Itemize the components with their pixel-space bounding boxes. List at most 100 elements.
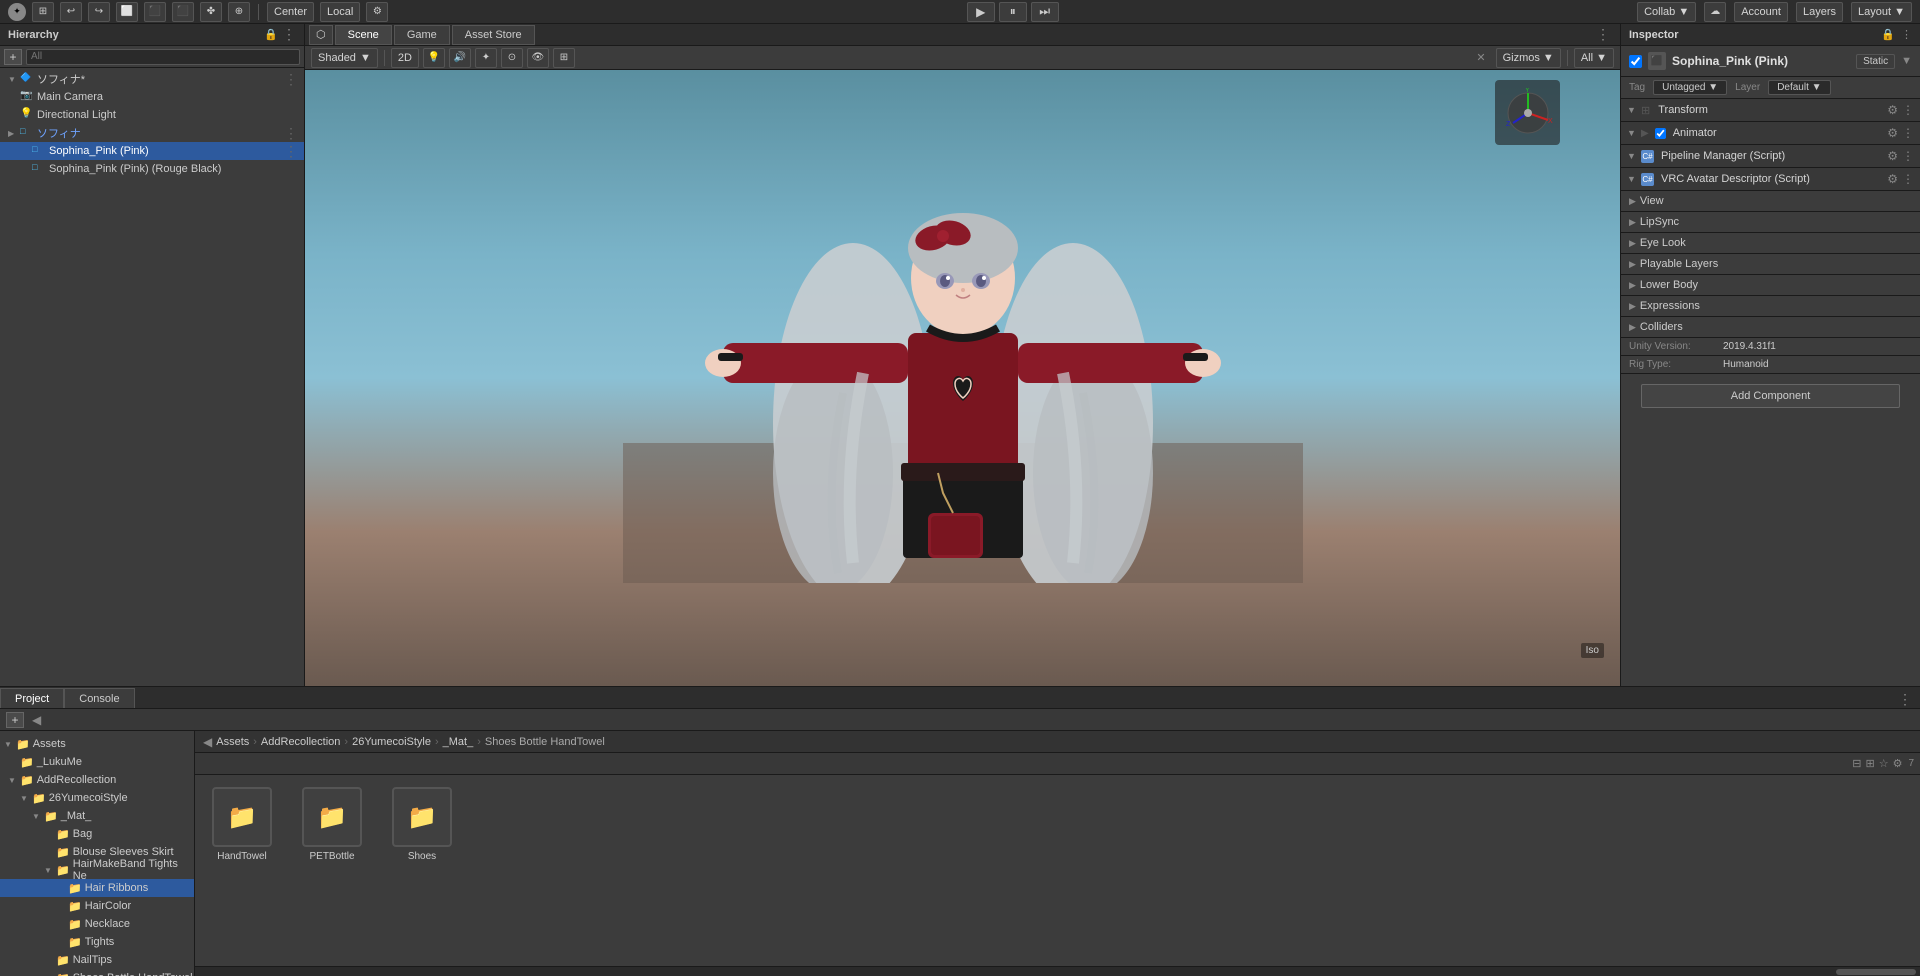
animator-header[interactable]: ▼ ▶ Animator ⚙ ⋮ [1621, 122, 1920, 144]
layer-value[interactable]: Default ▼ [1768, 80, 1830, 95]
toolbar-btn-6[interactable]: ⬛ [172, 2, 194, 22]
play-button[interactable]: ▶ [967, 2, 995, 22]
project-scrollbar[interactable] [195, 966, 1920, 976]
scene-fx-btn[interactable]: ✦ [475, 48, 497, 68]
hierarchy-item-3[interactable]: ▶ □ ソフィナ ⋮ [0, 124, 304, 142]
hierarchy-add-btn[interactable]: + [4, 49, 22, 65]
settings-filter-icon[interactable]: ⚙ [1893, 757, 1903, 770]
lock-inspector-icon[interactable]: 🔒 [1881, 28, 1895, 41]
extra-icon[interactable]: ⚙ [366, 2, 388, 22]
account-dropdown[interactable]: Account [1734, 2, 1788, 22]
animator-settings-icon[interactable]: ⚙ [1887, 126, 1898, 140]
scrollbar-thumb[interactable] [1836, 969, 1916, 975]
sidebar-mat[interactable]: ▼ 📁 _Mat_ [0, 807, 194, 825]
view-grid-icon[interactable]: ⊞ [1865, 757, 1874, 770]
inspector-more-icon[interactable]: ⋮ [1901, 28, 1912, 41]
breadcrumb-assets[interactable]: Assets [216, 736, 249, 748]
view-section[interactable]: ▶ View [1621, 191, 1920, 212]
toolbar-btn-7[interactable]: ✤ [200, 2, 222, 22]
eyelook-section[interactable]: ▶ Eye Look [1621, 233, 1920, 254]
toolbar-btn-3[interactable]: ↪ [88, 2, 110, 22]
gizmo-widget[interactable]: Y X Z [1495, 80, 1560, 145]
sidebar-26yumecoi[interactable]: ▼ 📁 26YumecoiStyle [0, 789, 194, 807]
sidebar-tights[interactable]: 📁 Tights [0, 933, 194, 951]
scene-light-btn[interactable]: 💡 [423, 48, 445, 68]
pause-button[interactable]: ⏸ [999, 2, 1027, 22]
sidebar-lukume[interactable]: 📁 _LukuMe [0, 753, 194, 771]
scene-scene-btn[interactable]: ⊙ [501, 48, 523, 68]
lowerbody-section[interactable]: ▶ Lower Body [1621, 275, 1920, 296]
sidebar-necklace[interactable]: 📁 Necklace [0, 915, 194, 933]
breadcrumb-back-btn[interactable]: ◀ [203, 735, 212, 749]
pipeline-more-icon[interactable]: ⋮ [1902, 149, 1914, 163]
hierarchy-item-1[interactable]: 📷 Main Camera [0, 88, 304, 106]
toolbar-btn-5[interactable]: ⬛ [144, 2, 166, 22]
asset-shoes[interactable]: 📁 Shoes [387, 787, 457, 862]
sidebar-addrecollection[interactable]: ▼ 📁 AddRecollection [0, 771, 194, 789]
object-name[interactable]: Sophina_Pink (Pink) [1672, 54, 1850, 68]
toolbar-btn-2[interactable]: ↩ [60, 2, 82, 22]
scene-view[interactable]: Y X Z Iso [305, 70, 1620, 686]
toolbar-btn-1[interactable]: ⊞ [32, 2, 54, 22]
pipeline-settings-icon[interactable]: ⚙ [1887, 149, 1898, 163]
vrc-more-icon[interactable]: ⋮ [1902, 172, 1914, 186]
favorite-icon[interactable]: ☆ [1879, 757, 1889, 770]
hierarchy-item-4[interactable]: □ Sophina_Pink (Pink) ⋮ [0, 142, 304, 160]
lipsync-section[interactable]: ▶ LipSync [1621, 212, 1920, 233]
object-active-checkbox[interactable] [1629, 55, 1642, 68]
shaded-dropdown[interactable]: Shaded ▼ [311, 48, 378, 68]
tab-scene[interactable]: Scene [335, 25, 392, 45]
sidebar-haircolor[interactable]: 📁 HairColor [0, 897, 194, 915]
toolbar-btn-8[interactable]: ⊕ [228, 2, 250, 22]
asset-petbottle[interactable]: 📁 PETBottle [297, 787, 367, 862]
all-dropdown[interactable]: All ▼ [1574, 48, 1614, 68]
sidebar-assets[interactable]: ▼ 📁 Assets [0, 735, 194, 753]
pipeline-header[interactable]: ▼ C# Pipeline Manager (Script) ⚙ ⋮ [1621, 145, 1920, 167]
breadcrumb-26yumecoi[interactable]: 26YumecoiStyle [352, 736, 431, 748]
center-dropdown[interactable]: Center [267, 2, 314, 22]
twod-btn[interactable]: 2D [391, 48, 419, 68]
add-component-btn[interactable]: Add Component [1641, 384, 1900, 408]
hierarchy-search[interactable] [26, 49, 300, 65]
more-icon[interactable]: ⋮ [282, 26, 296, 43]
layout-dropdown[interactable]: Layout ▼ [1851, 2, 1912, 22]
transform-header[interactable]: ▼ ⊞ Transform ⚙ ⋮ [1621, 99, 1920, 121]
animator-checkbox[interactable] [1655, 128, 1666, 139]
hierarchy-item-2[interactable]: 💡 Directional Light [0, 106, 304, 124]
scene-extra-btn[interactable]: ⊞ [553, 48, 575, 68]
collab-dropdown[interactable]: Collab ▼ [1637, 2, 1696, 22]
tab-game[interactable]: Game [394, 25, 450, 45]
layers-dropdown[interactable]: Layers [1796, 2, 1843, 22]
scene-toolbar-close[interactable]: ✕ [1476, 51, 1485, 64]
scene-audio-btn[interactable]: 🔊 [449, 48, 471, 68]
dots-icon-4[interactable]: ⋮ [284, 143, 298, 160]
sidebar-bag[interactable]: 📁 Bag [0, 825, 194, 843]
gizmos-dropdown[interactable]: Gizmos ▼ [1496, 48, 1561, 68]
project-back-btn[interactable]: ◀ [32, 713, 41, 727]
tab-console[interactable]: Console [64, 688, 134, 708]
sidebar-hairmakeband[interactable]: ▼ 📁 HairMakeBand Tights Ne [0, 861, 194, 879]
colliders-section[interactable]: ▶ Colliders [1621, 317, 1920, 338]
local-dropdown[interactable]: Local [320, 2, 360, 22]
cloud-icon-btn[interactable]: ☁ [1704, 2, 1726, 22]
component-more-icon[interactable]: ⋮ [1902, 103, 1914, 117]
static-dropdown-icon[interactable]: ▼ [1901, 55, 1912, 67]
component-settings-icon[interactable]: ⚙ [1887, 103, 1898, 117]
sidebar-shoes-bottle[interactable]: 📁 Shoes Bottle HandTowel [0, 969, 194, 976]
playable-section[interactable]: ▶ Playable Layers [1621, 254, 1920, 275]
asset-handtowel[interactable]: 📁 HandTowel [207, 787, 277, 862]
tab-project[interactable]: Project [0, 688, 64, 708]
step-button[interactable]: ⏭ [1031, 2, 1059, 22]
bottom-panel-more[interactable]: ⋮ [1890, 691, 1920, 708]
static-badge[interactable]: Static [1856, 54, 1895, 69]
vrc-settings-icon[interactable]: ⚙ [1887, 172, 1898, 186]
view-list-icon[interactable]: ⊟ [1852, 757, 1861, 770]
vrc-header[interactable]: ▼ C# VRC Avatar Descriptor (Script) ⚙ ⋮ [1621, 168, 1920, 190]
tab-asset-store[interactable]: Asset Store [452, 25, 535, 45]
hierarchy-item-0[interactable]: ▼ 🔷 ソフィナ* ⋮ [0, 70, 304, 88]
breadcrumb-mat[interactable]: _Mat_ [443, 736, 474, 748]
tag-value[interactable]: Untagged ▼ [1653, 80, 1727, 95]
scene-hide-btn[interactable]: 👁 [527, 48, 549, 68]
sidebar-nailtips[interactable]: 📁 NailTips [0, 951, 194, 969]
expressions-section[interactable]: ▶ Expressions [1621, 296, 1920, 317]
